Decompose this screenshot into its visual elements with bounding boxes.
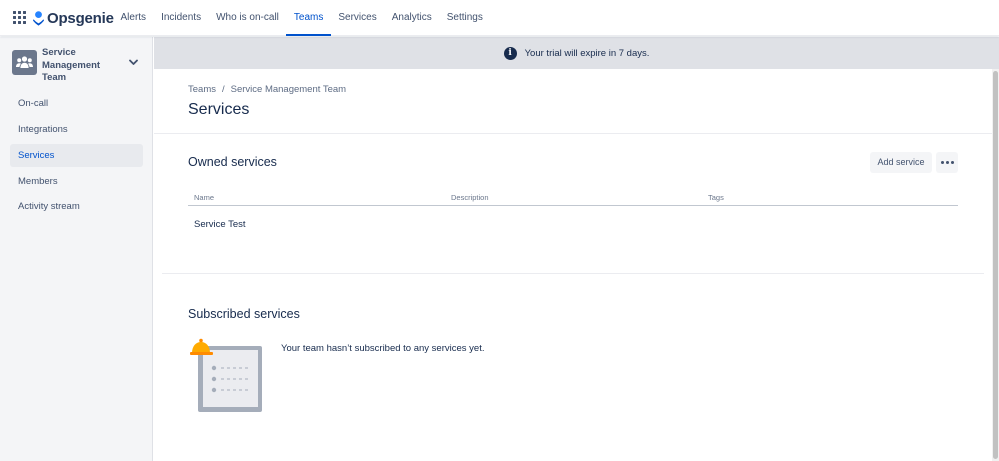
logo-text: Opsgenie	[47, 9, 114, 27]
scrollbar[interactable]	[992, 69, 999, 461]
page-title: Services	[188, 101, 250, 118]
sidebar-item-on-call[interactable]: On-call	[10, 92, 143, 115]
nav-settings[interactable]: Settings	[439, 0, 490, 36]
team-switcher[interactable]: Service Management Team	[12, 47, 142, 83]
nav-analytics[interactable]: Analytics	[384, 0, 439, 36]
add-service-button[interactable]: Add service	[870, 152, 932, 173]
owned-services-title: Owned services	[188, 155, 277, 169]
nav-services[interactable]: Services	[331, 0, 384, 36]
sidebar-item-activity-stream[interactable]: Activity stream	[10, 195, 143, 218]
sidebar-item-services[interactable]: Services	[10, 144, 143, 167]
header-divider	[154, 133, 992, 134]
trial-banner: i Your trial will expire in 7 days.	[154, 37, 999, 69]
opsgenie-logo-icon	[33, 10, 44, 26]
table-row-service-name[interactable]: Service Test	[194, 219, 246, 230]
info-icon: i	[503, 46, 517, 60]
empty-state-text: Your team hasn’t subscribed to any servi…	[281, 343, 485, 354]
table-header-divider	[188, 205, 958, 206]
team-icon	[16, 56, 33, 68]
main-content: Teams / Service Management Team Services O…	[154, 69, 992, 461]
subscribed-services-title: Subscribed services	[188, 307, 300, 321]
sidebar-item-members[interactable]: Members	[10, 170, 143, 193]
column-header-description[interactable]: Description	[451, 193, 489, 202]
breadcrumb: Teams / Service Management Team	[188, 84, 346, 95]
banner-text: Your trial will expire in 7 days.	[524, 47, 650, 59]
sidebar: Service Management Team On-call Integrat…	[0, 37, 153, 461]
empty-state-illustration	[190, 338, 262, 412]
chevron-down-icon[interactable]	[129, 59, 138, 66]
grid-icon[interactable]	[13, 11, 27, 25]
breadcrumb-team[interactable]: Service Management Team	[231, 84, 346, 95]
column-header-name[interactable]: Name	[194, 193, 214, 202]
primary-nav: Alerts Incidents Who is on-call Teams Se…	[113, 0, 490, 36]
nav-alerts[interactable]: Alerts	[113, 0, 154, 36]
section-divider	[162, 273, 984, 274]
opsgenie-logo[interactable]: Opsgenie	[33, 8, 114, 28]
scrollbar-thumb[interactable]	[993, 71, 998, 459]
team-name: Service Management Team	[42, 47, 101, 83]
breadcrumb-teams[interactable]: Teams	[188, 84, 216, 95]
nav-incidents[interactable]: Incidents	[154, 0, 209, 36]
nav-who-is-on-call[interactable]: Who is on-call	[209, 0, 287, 36]
more-actions-icon[interactable]	[936, 152, 958, 173]
breadcrumb-separator: /	[221, 84, 225, 95]
sidebar-item-integrations[interactable]: Integrations	[10, 118, 143, 141]
nav-teams[interactable]: Teams	[286, 0, 332, 36]
team-avatar	[12, 50, 37, 75]
top-navigation: Opsgenie Alerts Incidents Who is on-call…	[0, 0, 999, 36]
column-header-tags[interactable]: Tags	[708, 193, 724, 202]
